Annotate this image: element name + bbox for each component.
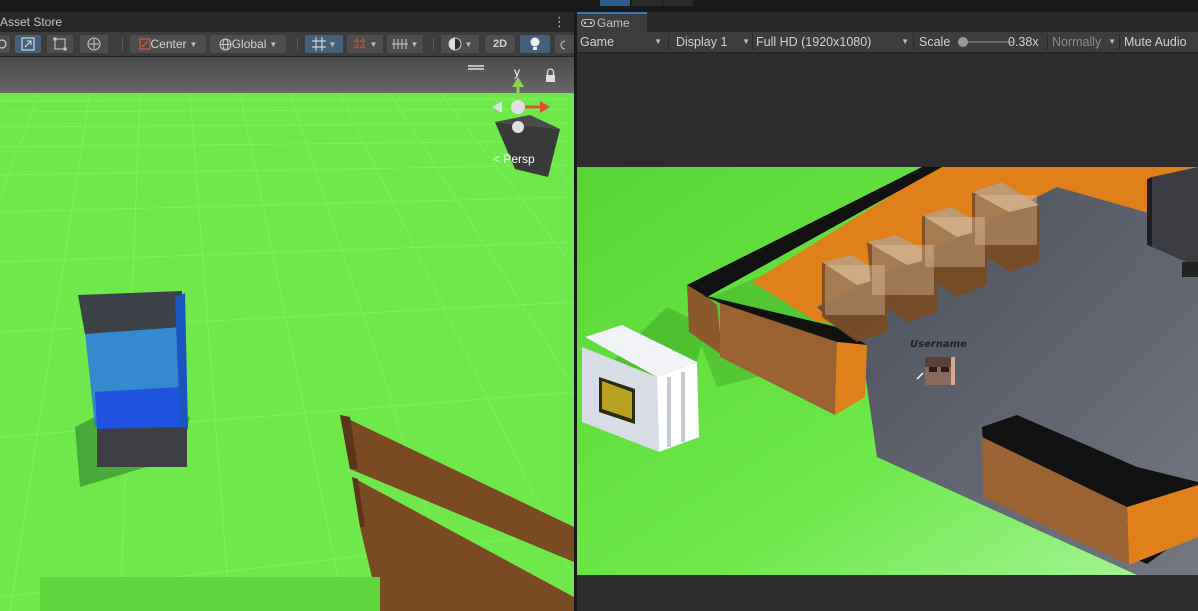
toolbar-separator — [913, 34, 914, 50]
scale-label: Scale — [919, 35, 951, 49]
toolbar-separator — [1047, 34, 1048, 50]
chevron-down-icon: ▼ — [901, 37, 909, 46]
scene-tab-bar: Asset Store ⋮ — [0, 12, 574, 33]
projection-toggle[interactable]: < Persp — [493, 152, 535, 166]
increment-snap-icon — [353, 38, 366, 50]
grid-lines-icon — [391, 39, 408, 49]
audio-toggle-button[interactable] — [555, 35, 574, 53]
grid-visibility-button[interactable]: ▼ — [387, 35, 423, 53]
speaker-icon — [560, 40, 565, 50]
transform-tool-button[interactable] — [80, 35, 108, 53]
game-tab-bar: Game — [577, 12, 1198, 32]
player-name-tag: Username — [910, 339, 967, 350]
chevron-down-icon: ▼ — [464, 39, 473, 49]
rotate-icon — [0, 39, 7, 49]
toolbar-separator — [433, 38, 434, 51]
game-view-render[interactable]: Username — [577, 167, 1198, 575]
scale-control: Scale 0.38x — [916, 32, 1049, 52]
gizmo-axis-label: y — [514, 65, 520, 79]
scene-canvas — [0, 57, 574, 611]
focus-mode-dropdown[interactable]: Normally ▼ — [1049, 32, 1120, 52]
view-type-dropdown[interactable]: Game ▼ — [577, 32, 666, 52]
chevron-down-icon: ▼ — [742, 37, 750, 46]
toolbar-separator — [1119, 34, 1120, 50]
scale-slider-thumb[interactable] — [957, 37, 968, 47]
display-label: Display 1 — [676, 35, 728, 49]
toolbar-separator — [122, 38, 123, 51]
grid-snap-icon — [311, 37, 326, 51]
rect-tool-icon — [53, 37, 67, 51]
tab-game[interactable]: Game — [577, 12, 647, 32]
grid-snap-button[interactable]: ▼ — [305, 35, 343, 53]
space-mode-dropdown[interactable]: Global ▼ — [210, 35, 286, 53]
chevron-down-icon: ▼ — [328, 39, 337, 49]
mode-2d-button[interactable]: 2D — [485, 35, 515, 53]
scale-value: 0.38x — [1008, 35, 1039, 49]
globe-icon — [219, 38, 232, 50]
resolution-dropdown[interactable]: Full HD (1920x1080) ▼ — [753, 32, 913, 52]
projection-label: Persp — [503, 152, 535, 166]
pivot-mode-dropdown[interactable]: Center ▼ — [130, 35, 206, 53]
chevron-down-icon: ▼ — [269, 39, 278, 49]
chevron-down-icon: ▼ — [410, 39, 419, 49]
game-toolbar: Game ▼ Display 1 ▼ Full HD (1920x1080) ▼ Sc… — [577, 32, 1198, 53]
mute-audio-label: Mute Audio — [1124, 35, 1187, 49]
scale-icon — [21, 37, 35, 51]
chevron-left-icon: < — [493, 152, 501, 166]
sky-horizon — [0, 57, 574, 97]
chevron-down-icon: ▼ — [654, 37, 662, 46]
rect-tool-button[interactable] — [47, 35, 73, 53]
view-type-label: Game — [580, 35, 615, 49]
chevron-down-icon: ▼ — [189, 39, 198, 49]
scene-toolbar: Center ▼ Global ▼ ▼ ▼ ▼ ▼ 2D — [0, 32, 574, 57]
scene-viewport[interactable]: y < Persp — [0, 57, 574, 611]
space-mode-label: Global — [231, 37, 267, 51]
ground-block — [40, 577, 380, 611]
toolbar-separator — [668, 34, 669, 50]
step-button[interactable] — [663, 0, 693, 6]
play-button[interactable] — [600, 0, 630, 6]
game-canvas — [577, 167, 1198, 575]
chevron-down-icon: ▼ — [1108, 37, 1116, 46]
toolbar-separator — [297, 38, 298, 51]
mute-audio-toggle[interactable]: Mute Audio — [1121, 32, 1196, 52]
lightbulb-icon — [530, 37, 540, 50]
tab-game-label: Game — [597, 16, 630, 30]
top-toolbar-strip — [0, 0, 1198, 12]
display-dropdown[interactable]: Display 1 ▼ — [673, 32, 754, 52]
transform-icon — [87, 37, 101, 51]
gamepad-icon — [581, 19, 595, 27]
increment-snap-button[interactable]: ▼ — [347, 35, 383, 53]
tab-asset-store-label: Asset Store — [0, 15, 63, 29]
resolution-label: Full HD (1920x1080) — [756, 35, 872, 49]
rotate-tool-button[interactable] — [0, 35, 10, 53]
scale-tool-button[interactable] — [15, 35, 41, 53]
pivot-mode-label: Center — [150, 37, 187, 51]
ground-plane — [0, 93, 574, 611]
shading-mode-dropdown[interactable]: ▼ — [441, 35, 479, 53]
shading-sphere-icon — [448, 37, 462, 51]
focus-mode-label: Normally — [1052, 35, 1102, 49]
kebab-menu-icon[interactable]: ⋮ — [553, 14, 566, 30]
mode-2d-label: 2D — [492, 38, 508, 50]
chevron-down-icon: ▼ — [369, 39, 378, 49]
pivot-center-icon — [139, 38, 151, 50]
scale-slider-track[interactable] — [960, 41, 1014, 43]
lighting-toggle-button[interactable] — [520, 35, 550, 53]
tab-asset-store[interactable]: Asset Store — [0, 12, 69, 32]
pause-button[interactable] — [632, 0, 662, 6]
